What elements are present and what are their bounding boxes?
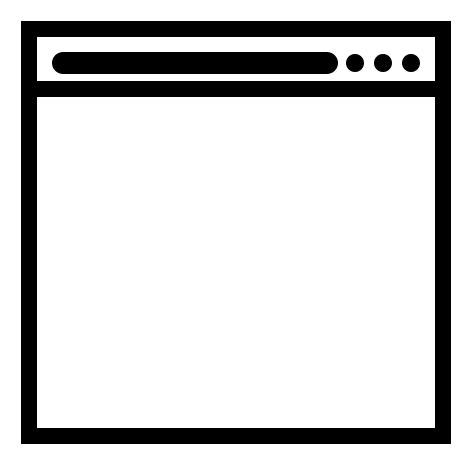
window-control-dot-icon: [346, 54, 364, 72]
window-control-dot-icon: [374, 54, 392, 72]
address-bar: [52, 52, 338, 74]
window-control-dot-icon: [402, 54, 420, 72]
icon-canvas: [0, 0, 474, 474]
content-area: [37, 97, 435, 428]
browser-window-icon: [21, 21, 451, 444]
